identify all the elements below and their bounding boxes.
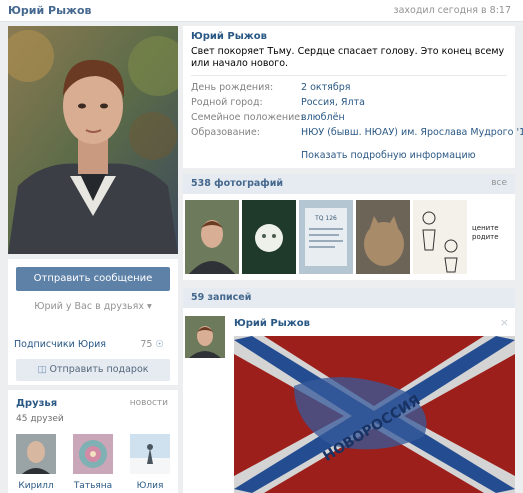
friend-avatar [73,434,113,474]
friend-name: Юлия [136,481,164,491]
top-bar: Юрий Рыжов заходил сегодня в 8:17 [0,0,523,22]
wall-block: 59 записей Юрий Рыжов × НОВОРОССИЯ [183,288,515,493]
people-icon: ☉ [155,339,164,350]
friends-title[interactable]: Друзья [16,398,57,409]
photo-thumb[interactable] [413,200,467,274]
subscribers-count: 75 ☉ [140,339,164,350]
friends-count: 45 друзей [16,414,64,424]
wall-header: 59 записей [183,288,515,308]
photo-image: цените родите [470,200,515,274]
photos-header: 538 фотографий все [183,174,515,194]
info-label: Семейное положение: [191,112,304,123]
photo-thumb[interactable]: TQ 126 [299,200,353,274]
wall-title[interactable]: 59 записей [191,292,251,303]
avatar-photo [8,26,178,254]
actions-card: Отправить сообщение Юрий у Вас в друзьях… [8,259,178,385]
info-value[interactable]: влюблён [301,112,345,123]
photo-thumb[interactable] [242,200,296,274]
photo-thumb[interactable]: цените родите [470,200,515,274]
info-label: Образование: [191,127,260,138]
close-icon[interactable]: × [500,316,509,329]
send-gift-button[interactable]: ◫ Отправить подарок [16,359,170,381]
friend-name: Татьяна [73,481,113,491]
chevron-down-icon: ▾ [146,301,152,312]
photo-text: TQ 126 [314,215,337,222]
friend-item[interactable]: Кирилл [14,434,58,491]
friend-item[interactable]: Татьяна [71,434,115,491]
divider [191,75,507,76]
post-avatar-image [185,316,225,358]
friend-item[interactable]: Юлия [128,434,172,491]
profile-info: Юрий Рыжов Свет покоряет Тьму. Сердце сп… [183,26,523,168]
friend-avatar [16,434,56,474]
friend-name: Кирилл [18,481,54,491]
photo-thumb[interactable] [185,200,239,274]
friend-status-dropdown[interactable]: Юрий у Вас в друзьях ▾ [8,301,178,312]
post-author-name[interactable]: Юрий Рыжов [234,318,310,329]
friends-block: Друзья новости 45 друзей Кирилл Татьяна [8,390,178,493]
subscribers-link[interactable]: Подписчики Юрия [14,339,106,350]
photo-image [242,200,296,274]
photo-image [356,200,410,274]
profile-status[interactable]: Свет покоряет Тьму. Сердце спасает голов… [191,46,509,70]
photo-text: цените родите [472,224,499,241]
post-author-avatar[interactable] [185,316,225,358]
header-user-name[interactable]: Юрий Рыжов [8,4,92,17]
photo-image: TQ 126 [299,200,353,274]
photo-thumb[interactable] [356,200,410,274]
profile-name: Юрий Рыжов [191,31,267,42]
info-label: День рождения: [191,82,274,93]
photo-image [185,200,239,274]
friend-status-label: Юрий у Вас в друзьях [34,301,144,312]
gift-icon: ◫ [37,364,47,375]
profile-avatar[interactable] [8,26,178,254]
info-value[interactable]: 2 октября [301,82,350,93]
info-label: Родной город: [191,97,263,108]
show-more-info-link[interactable]: Показать подробную информацию [301,150,476,161]
friends-news-link[interactable]: новости [130,398,168,408]
photos-title[interactable]: 538 фотографий [191,178,283,189]
send-message-button[interactable]: Отправить сообщение [16,267,170,291]
post-flag-image: НОВОРОССИЯ [234,336,515,493]
send-gift-label: Отправить подарок [49,364,149,375]
subscribers-count-value: 75 [140,339,153,350]
info-value[interactable]: НЮУ (бывш. НЮАУ) им. Ярослава Мудрого '1… [301,127,523,138]
info-value[interactable]: Россия, Ялта [301,97,365,108]
photo-image [413,200,467,274]
photos-all-link[interactable]: все [491,178,507,188]
last-seen-status: заходил сегодня в 8:17 [393,5,511,16]
post-image[interactable]: НОВОРОССИЯ [234,336,515,493]
friend-avatar [130,434,170,474]
photos-block: 538 фотографий все TQ 126 цените родите [183,174,515,280]
